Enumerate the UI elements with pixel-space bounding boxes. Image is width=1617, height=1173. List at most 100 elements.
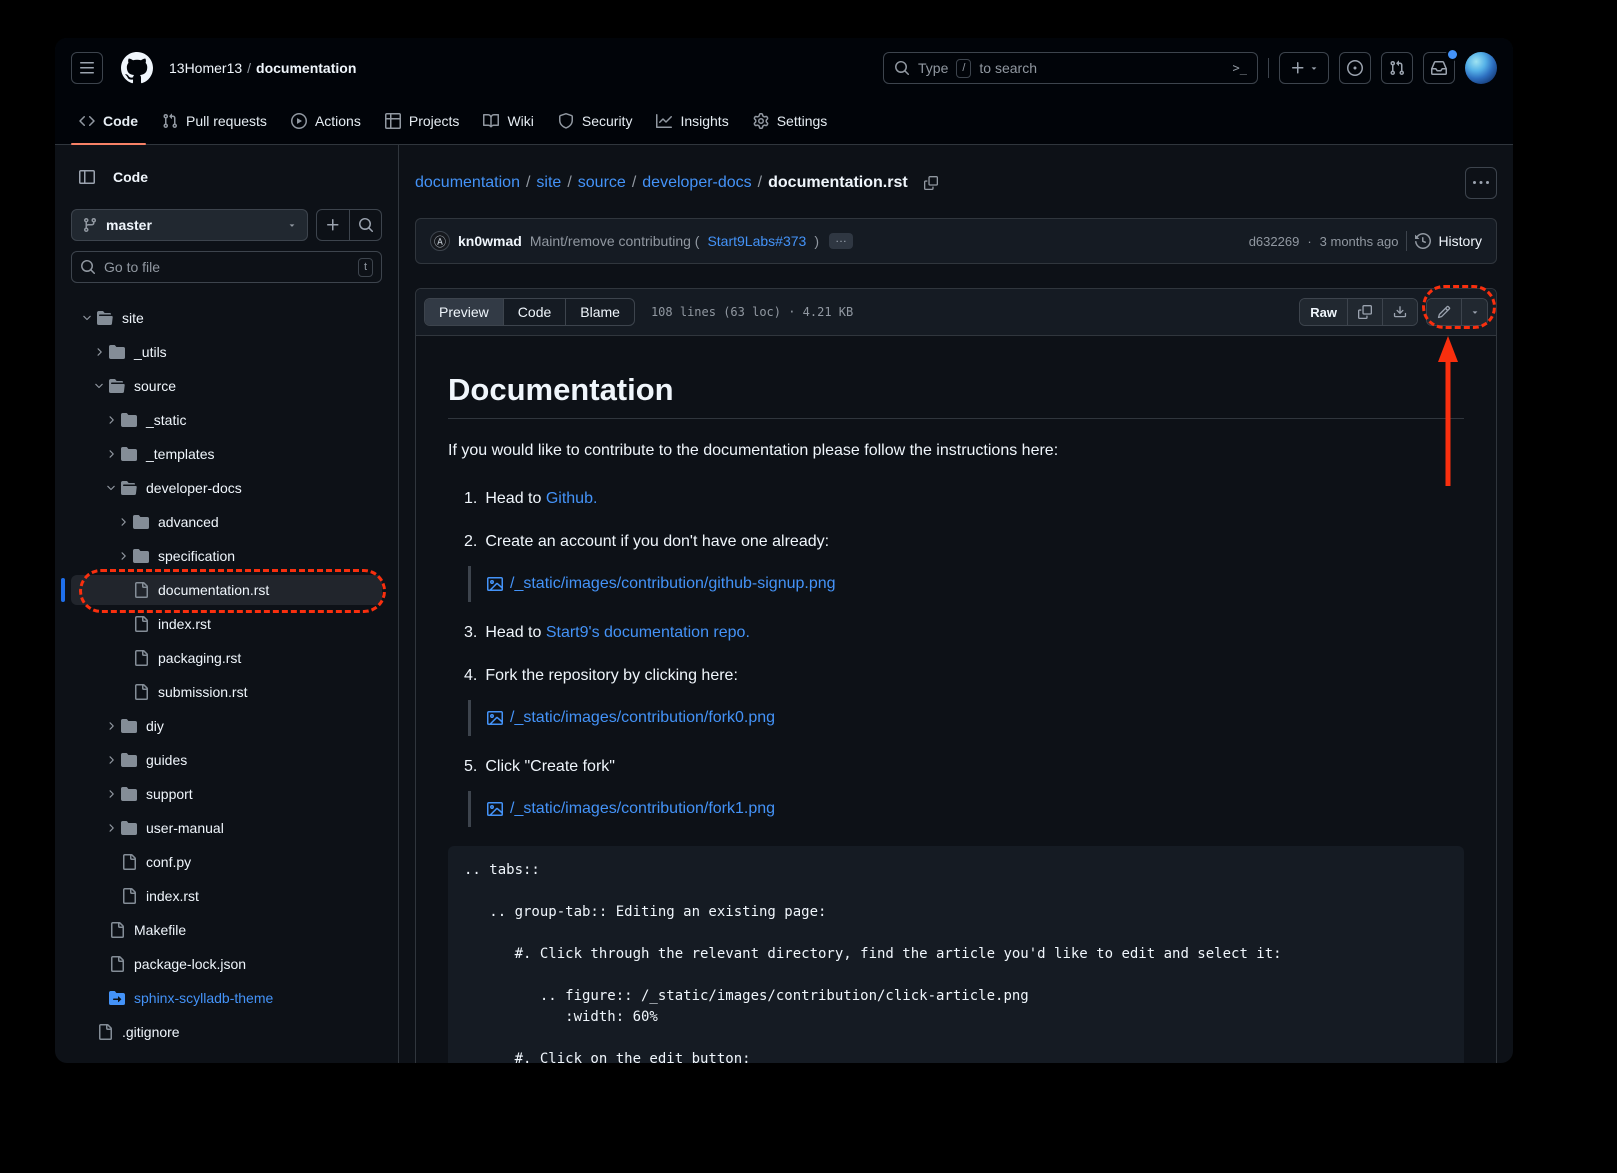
- copy-path-icon[interactable]: [924, 176, 938, 190]
- user-avatar[interactable]: [1465, 52, 1497, 84]
- more-options-button[interactable]: [1465, 167, 1497, 199]
- start9-docs-link[interactable]: Start9's documentation repo.: [546, 624, 750, 641]
- tree-item[interactable]: conf.py: [71, 847, 382, 877]
- edit-file-button[interactable]: [1427, 299, 1461, 325]
- expand-commit-message-button[interactable]: …: [829, 233, 853, 249]
- tab-insights[interactable]: Insights: [648, 98, 736, 144]
- tree-item-label: _templates: [146, 446, 214, 462]
- tree-item[interactable]: _utils: [71, 337, 382, 367]
- commit-author-avatar[interactable]: [430, 231, 450, 251]
- breadcrumb-link-source[interactable]: source: [578, 174, 626, 192]
- breadcrumb-link-repo[interactable]: documentation: [415, 174, 520, 192]
- active-file-indicator: [61, 578, 65, 602]
- broken-image-link[interactable]: /_static/images/contribution/github-sign…: [487, 572, 1448, 596]
- folder-icon: [121, 752, 137, 768]
- create-new-button[interactable]: [1279, 52, 1329, 84]
- file-icon: [133, 684, 149, 700]
- breadcrumb-link-site[interactable]: site: [536, 174, 561, 192]
- search-tree-button[interactable]: [349, 210, 381, 240]
- view-mode-switcher: Preview Code Blame: [424, 298, 635, 326]
- global-search-input[interactable]: Type / to search >_: [883, 52, 1258, 84]
- tree-item[interactable]: source: [71, 371, 382, 401]
- commit-message-link[interactable]: Start9Labs#373: [707, 233, 806, 249]
- tree-item-icon: [133, 684, 149, 700]
- tab-wiki[interactable]: Wiki: [475, 98, 541, 144]
- command-palette-icon[interactable]: >_: [1233, 61, 1247, 75]
- tree-item[interactable]: sphinx-scylladb-theme: [71, 983, 382, 1013]
- tree-item[interactable]: submission.rst: [71, 677, 382, 707]
- tree-item-label: conf.py: [146, 854, 191, 870]
- collapse-sidebar-button[interactable]: [71, 161, 103, 193]
- tab-code-view[interactable]: Code: [503, 299, 565, 325]
- tree-item[interactable]: support: [71, 779, 382, 809]
- tree-item[interactable]: .gitignore: [71, 1017, 382, 1047]
- commit-meta-divider: [1406, 231, 1407, 251]
- branch-selector[interactable]: master: [71, 209, 308, 241]
- tree-item[interactable]: diy: [71, 711, 382, 741]
- go-to-file-input[interactable]: Go to file t: [71, 251, 382, 283]
- tab-code[interactable]: Code: [71, 98, 146, 144]
- history-button[interactable]: History: [1415, 233, 1482, 249]
- tree-item[interactable]: user-manual: [71, 813, 382, 843]
- tab-actions[interactable]: Actions: [283, 98, 369, 144]
- tab-pull-requests[interactable]: Pull requests: [154, 98, 275, 144]
- plus-icon: [1290, 60, 1306, 76]
- file-icon: [109, 956, 125, 972]
- tab-security[interactable]: Security: [550, 98, 641, 144]
- github-link[interactable]: Github.: [546, 490, 598, 507]
- tree-chevron: [101, 718, 121, 734]
- issues-button[interactable]: [1339, 52, 1371, 84]
- tree-item[interactable]: index.rst: [71, 609, 382, 639]
- list-marker: 5.: [464, 755, 477, 779]
- tree-item[interactable]: developer-docs: [71, 473, 382, 503]
- edit-dropdown-button[interactable]: [1461, 299, 1487, 325]
- tree-item[interactable]: index.rst: [71, 881, 382, 911]
- tree-item[interactable]: _templates: [71, 439, 382, 469]
- tree-item-label: index.rst: [158, 616, 211, 632]
- tree-item-icon: [109, 378, 125, 394]
- commit-meta-dot: ·: [1307, 234, 1311, 249]
- broken-image-link[interactable]: /_static/images/contribution/fork0.png: [487, 706, 1448, 730]
- owner-link[interactable]: 13Homer13: [169, 60, 242, 76]
- gear-icon: [753, 113, 769, 129]
- tab-settings[interactable]: Settings: [745, 98, 836, 144]
- tree-item[interactable]: _static: [71, 405, 382, 435]
- tree-chevron: [101, 820, 121, 836]
- tree-item-icon: [133, 616, 149, 632]
- tree-item[interactable]: advanced: [71, 507, 382, 537]
- pull-requests-button[interactable]: [1381, 52, 1413, 84]
- tree-item[interactable]: site: [71, 303, 382, 333]
- header-divider: [1268, 58, 1269, 78]
- tree-item[interactable]: package-lock.json: [71, 949, 382, 979]
- rst-code-block: .. tabs:: .. group-tab:: Editing an exis…: [448, 846, 1464, 1063]
- chevron-down-icon: [105, 482, 117, 494]
- tree-item[interactable]: packaging.rst: [71, 643, 382, 673]
- breadcrumb-link-developer-docs[interactable]: developer-docs: [642, 174, 751, 192]
- tree-item[interactable]: Makefile: [71, 915, 382, 945]
- hamburger-menu-button[interactable]: [71, 52, 103, 84]
- breadcrumb-separator: /: [526, 174, 530, 192]
- file-icon: [121, 888, 137, 904]
- file-icon: [121, 854, 137, 870]
- app-header: 13Homer13 / documentation Type / to sear…: [55, 38, 1513, 145]
- list-item: 1.Head to Github.: [464, 487, 1464, 511]
- tab-projects[interactable]: Projects: [377, 98, 468, 144]
- tree-item-label: advanced: [158, 514, 219, 530]
- raw-button[interactable]: Raw: [1300, 299, 1347, 325]
- inbox-button[interactable]: [1423, 52, 1455, 84]
- new-file-button[interactable]: [317, 210, 349, 240]
- tree-item[interactable]: guides: [71, 745, 382, 775]
- download-button[interactable]: [1382, 299, 1417, 325]
- tab-blame[interactable]: Blame: [565, 299, 634, 325]
- commit-author[interactable]: kn0wmad: [458, 233, 522, 249]
- repo-nav-tabs: Code Pull requests Actions Projects Wiki…: [55, 98, 1513, 144]
- tab-preview[interactable]: Preview: [425, 299, 503, 325]
- repo-link[interactable]: documentation: [256, 60, 356, 76]
- github-logo[interactable]: [121, 52, 153, 84]
- tree-item[interactable]: specification: [71, 541, 382, 571]
- tree-item[interactable]: documentation.rst: [71, 575, 382, 605]
- raw-actions-group: Raw: [1299, 298, 1418, 326]
- tree-chevron: [101, 752, 121, 768]
- broken-image-link[interactable]: /_static/images/contribution/fork1.png: [487, 797, 1448, 821]
- copy-file-button[interactable]: [1347, 299, 1382, 325]
